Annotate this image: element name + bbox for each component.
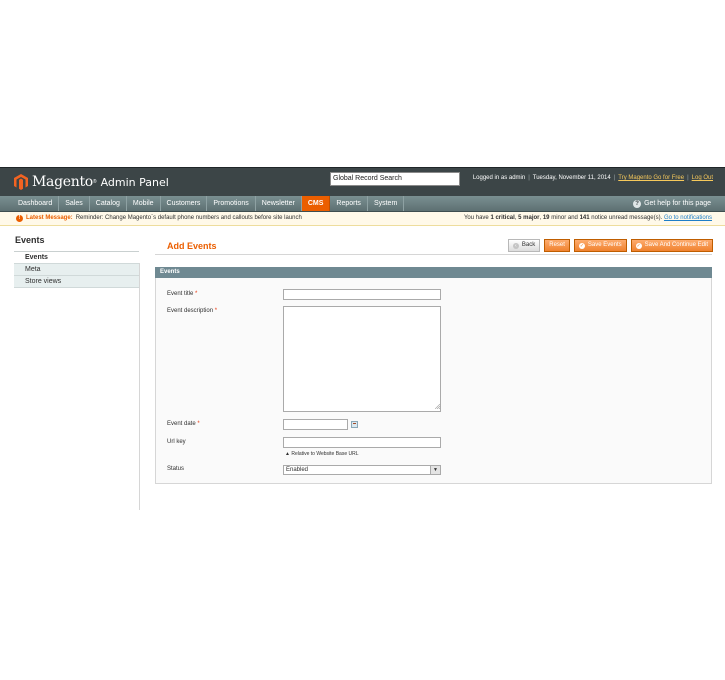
save-continue-check-icon: ✓ [635, 242, 642, 249]
critical-count: 1 critical [490, 215, 515, 221]
event-description-label: Event description * [167, 308, 217, 314]
logo-trademark: ® [92, 179, 97, 185]
nav-item-reports[interactable]: Reports [330, 196, 368, 211]
warning-icon: ! [16, 215, 23, 222]
status-label-text: Status [167, 466, 185, 472]
back-button-label: Back [521, 242, 536, 248]
status-label: Status [167, 466, 184, 472]
logout-link[interactable]: Log Out [692, 175, 713, 181]
nav-item-catalog[interactable]: Catalog [90, 196, 127, 211]
event-title-label: Event title * [167, 291, 197, 297]
nav-item-newsletter[interactable]: Newsletter [256, 196, 302, 211]
sidebar-divider [139, 263, 140, 510]
event-date-label-text: Event date [167, 421, 196, 427]
url-key-note: ▲ Relative to Website Base URL [285, 451, 359, 457]
magento-logo-icon [14, 174, 28, 190]
status-selected-value: Enabled [286, 467, 309, 473]
global-search-input[interactable]: Global Record Search [330, 172, 460, 186]
nav-item-dashboard[interactable]: Dashboard [12, 196, 60, 211]
page-title: Add Events [167, 241, 217, 251]
tab-meta[interactable]: Meta [14, 264, 139, 276]
minor-count: 19 [542, 215, 550, 221]
nav-item-sales[interactable]: Sales [59, 196, 90, 211]
latest-message-label: Latest Message: [26, 215, 73, 221]
event-date-label: Event date * [167, 421, 200, 427]
current-date: Tuesday, November 11, 2014 [532, 175, 611, 181]
resize-grip-icon[interactable] [435, 404, 440, 409]
save-events-button[interactable]: ✓ Save Events [573, 239, 627, 252]
required-mark: * [197, 421, 200, 427]
header-bar: Magento ® Admin Panel Global Record Sear… [0, 167, 725, 196]
back-button[interactable]: ‹ Back [507, 239, 541, 252]
back-arrow-icon: ‹ [512, 242, 519, 249]
logged-in-text: Logged in as admin [472, 175, 526, 181]
go-to-notifications-link[interactable]: Go to notifications [664, 215, 712, 221]
admin-panel: Magento ® Admin Panel Global Record Sear… [0, 167, 725, 512]
reset-button-label: Reset [549, 242, 565, 248]
event-date-input[interactable] [283, 419, 348, 430]
logo[interactable]: Magento ® Admin Panel [14, 172, 169, 192]
help-text: Get help for this page [644, 200, 711, 207]
url-key-input[interactable] [283, 437, 441, 448]
help-icon: ? [633, 199, 642, 208]
url-key-note-text: Relative to Website Base URL [291, 451, 359, 457]
nav-item-customers[interactable]: Customers [161, 196, 208, 211]
help-link[interactable]: ? Get help for this page [633, 196, 711, 211]
summary-suffix: notice unread message(s). [591, 215, 663, 221]
tab-store-views[interactable]: Store views [14, 276, 139, 288]
event-title-label-text: Event title [167, 291, 194, 297]
save-continue-button-label: Save And Continue Edit [644, 242, 708, 248]
nav-item-mobile[interactable]: Mobile [127, 196, 161, 211]
notification-summary: You have 1 critical, 5 major, 19 minor a… [463, 215, 712, 221]
chevron-down-icon: ▼ [430, 466, 440, 474]
action-buttons: ‹ Back Reset ✓ Save Events ✓ Save And Co… [507, 239, 713, 252]
title-divider [155, 254, 712, 255]
latest-message-text: Reminder: Change Magento`s default phone… [75, 215, 302, 221]
calendar-icon[interactable] [351, 421, 358, 428]
nav-item-cms[interactable]: CMS [301, 196, 331, 211]
url-key-label-text: Url key [167, 439, 186, 445]
sidebar-title: Events [15, 235, 45, 245]
url-key-label: Url key [167, 439, 186, 445]
event-title-input[interactable] [283, 289, 441, 300]
main-navigation: Dashboard Sales Catalog Mobile Customers… [0, 196, 725, 212]
sidebar: Events Events Meta Store views [14, 235, 139, 288]
save-button-label: Save Events [587, 242, 622, 248]
major-count: 5 major [518, 215, 540, 221]
fieldset-header: Events [155, 267, 712, 278]
save-check-icon: ✓ [578, 242, 585, 249]
event-description-textarea[interactable] [283, 306, 441, 412]
minor-label: minor and [551, 215, 578, 221]
notification-bar: ! Latest Message: Reminder: Change Magen… [0, 212, 725, 226]
sidebar-tabs: Events Meta Store views [14, 251, 139, 288]
logo-subtitle: Admin Panel [100, 175, 169, 189]
notice-count: 141 [579, 215, 590, 221]
logo-text: Magento [32, 174, 93, 190]
reset-button[interactable]: Reset [544, 239, 570, 252]
event-description-label-text: Event description [167, 308, 214, 314]
header-user-info: Logged in as admin | Tuesday, November 11,… [472, 175, 713, 181]
required-mark: * [195, 291, 198, 297]
summary-prefix: You have [463, 215, 489, 221]
status-select[interactable]: Enabled ▼ [283, 465, 441, 475]
tab-events[interactable]: Events [14, 252, 139, 264]
try-magento-go-link[interactable]: Try Magento Go for Free [618, 175, 684, 181]
note-arrow-icon: ▲ [285, 451, 290, 457]
nav-item-promotions[interactable]: Promotions [207, 196, 256, 211]
required-mark: * [214, 308, 218, 314]
save-and-continue-button[interactable]: ✓ Save And Continue Edit [630, 239, 713, 252]
nav-item-system[interactable]: System [368, 196, 405, 211]
